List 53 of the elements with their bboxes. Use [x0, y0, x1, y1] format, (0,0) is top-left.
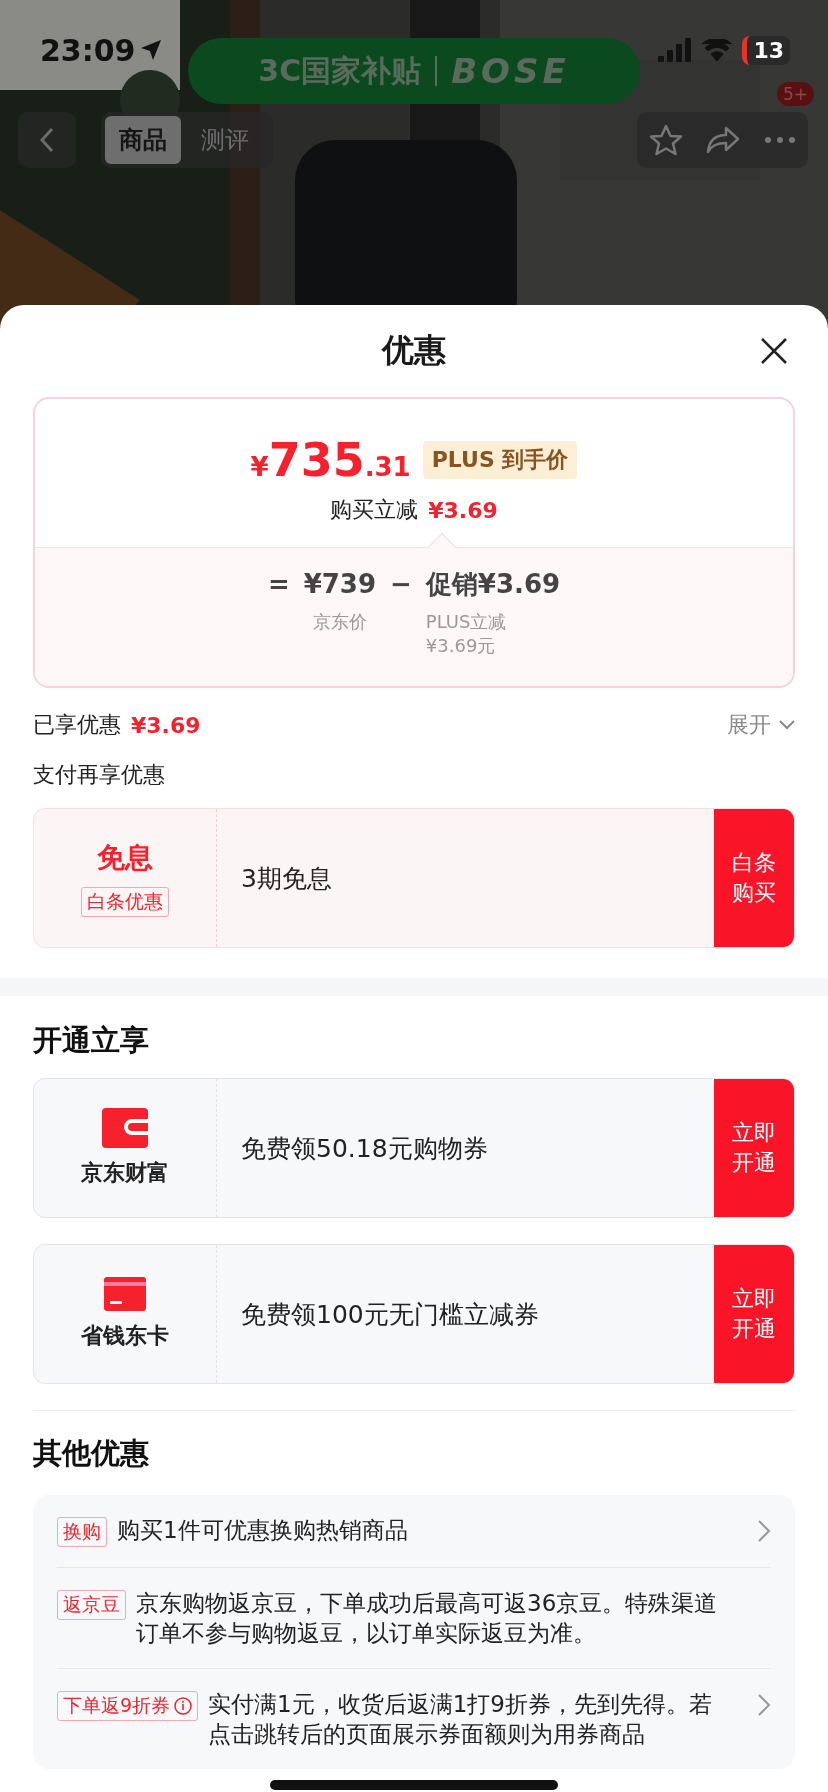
offer-button[interactable]: 白条购买 [714, 809, 794, 947]
offer-text: 京东购物返京豆，下单成功后最高可返36京豆。特殊渠道订单不参与购物返豆，以订单实际返豆为准。 [136, 1589, 719, 1648]
savings-label: 已享优惠 [33, 711, 121, 739]
nav-tab[interactable]: 测评 [187, 116, 263, 164]
chevron-icon [779, 720, 795, 730]
promo-amount: 促销¥3.69 [425, 568, 561, 600]
section-title: 开通立享 [33, 1022, 150, 1059]
offer-text: 实付满1元，收货后返满1打9折券，先到先得。若点击跳转后的页面展示券面额则为用券商品 [208, 1690, 713, 1749]
equals-sign: = [267, 568, 290, 600]
star-icon [648, 124, 683, 156]
subsidy-banner[interactable]: 3C国家补贴 BOSE [188, 38, 640, 104]
final-price: ¥735.31 [250, 433, 411, 487]
section-label: 支付再享优惠 [33, 761, 166, 789]
minus-sign: − [390, 568, 412, 600]
plus-price-tag: PLUS 到手价 [422, 441, 578, 479]
offer-description: 3期免息 [240, 862, 333, 895]
brand-logo: BOSE [451, 51, 570, 91]
chevron-icon[interactable] [757, 1519, 771, 1543]
signal-icon [658, 38, 693, 62]
chevron-icon[interactable] [757, 1693, 771, 1717]
offer-name: 京东财富 [81, 1159, 169, 1187]
banner-text: 3C国家补贴 [258, 51, 422, 90]
offer-name: 省钱东卡 [81, 1322, 169, 1350]
offer-tag: 白条优惠 [81, 887, 169, 917]
section-title: 其他优惠 [33, 1435, 150, 1472]
more-icon [764, 137, 795, 143]
nav-tab[interactable]: 商品 [105, 116, 181, 164]
offer-tag: 返京豆 [57, 1590, 126, 1620]
back-button[interactable] [18, 112, 76, 168]
promo-note: PLUS立减 ¥3.69元 [425, 610, 507, 658]
wifi-icon [702, 39, 733, 61]
offer-description: 免费领100元无门槛立减券 [240, 1298, 540, 1331]
wallet-icon [102, 1108, 148, 1148]
activate-button[interactable]: 立即开通 [714, 1245, 794, 1383]
back-icon [40, 127, 54, 153]
offer-description: 免费领50.18元购物券 [240, 1132, 489, 1165]
offer-tag: 换购 [57, 1517, 107, 1547]
activate-button[interactable]: 立即开通 [714, 1079, 794, 1217]
discount-value: ¥3.69 [428, 497, 498, 523]
offer-tag: 下单返9折券 [57, 1691, 199, 1721]
location-icon [139, 39, 162, 61]
sheet-title: 优惠 [382, 330, 446, 371]
base-price: ¥739 [303, 568, 377, 600]
status-time: 23:09 [40, 32, 162, 68]
share-icon [705, 126, 740, 154]
discount-label: 购买立减 [330, 496, 419, 524]
card-icon [104, 1277, 146, 1311]
savings-value: ¥3.69 [131, 712, 201, 738]
expand-toggle[interactable]: 展开 [727, 710, 795, 740]
base-price-label: 京东价 [312, 610, 367, 634]
battery-level: 13 [742, 35, 790, 65]
offer-text: 购买1件可优惠换购热销商品 [117, 1516, 409, 1545]
offer-headline: 免息 [97, 840, 153, 876]
